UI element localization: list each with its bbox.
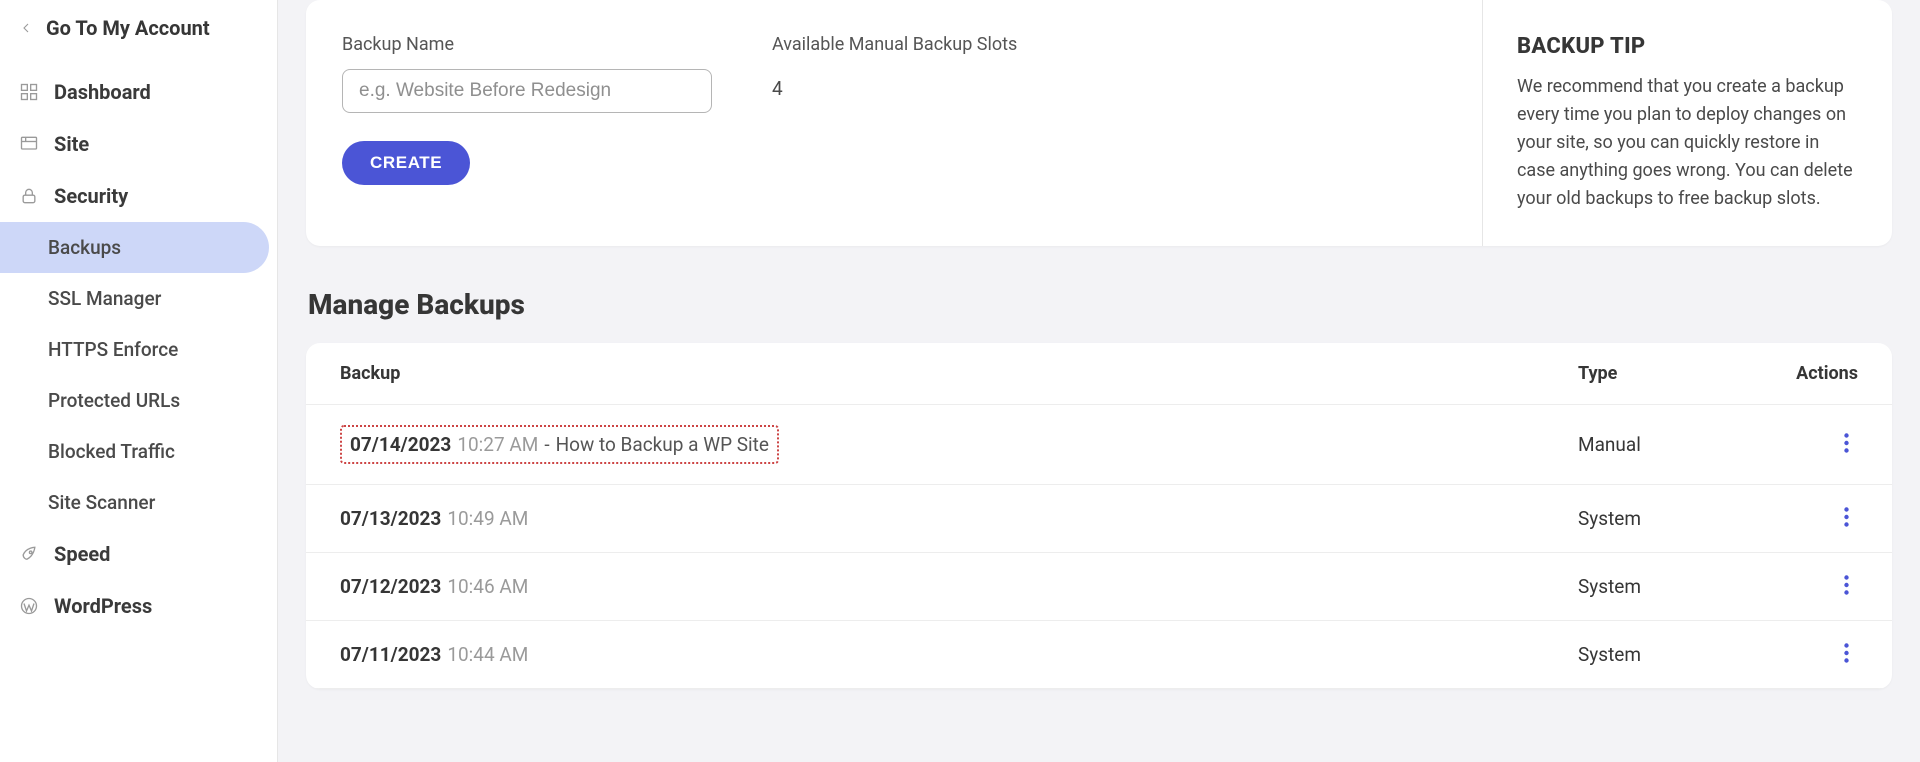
nav-label: Security <box>54 184 128 208</box>
backup-time: 10:46 AM <box>447 575 528 598</box>
row-actions <box>1738 573 1858 600</box>
kebab-menu-icon[interactable] <box>1834 641 1858 665</box>
backup-tip-title: BACKUP TIP <box>1517 34 1858 59</box>
backups-table: Backup Type Actions 07/14/2023 10:27 AM … <box>306 343 1892 689</box>
speed-icon <box>18 543 40 565</box>
kebab-menu-icon[interactable] <box>1834 431 1858 455</box>
nav-label: Site <box>54 132 89 156</box>
backup-date: 07/14/2023 <box>350 433 451 456</box>
backup-date: 07/12/2023 <box>340 575 441 598</box>
available-slots-value: 4 <box>772 69 1017 100</box>
sidebar-item-protected-urls[interactable]: Protected URLs <box>0 375 277 426</box>
row-actions <box>1738 431 1858 458</box>
backup-name-group: Backup Name CREATE <box>342 34 712 210</box>
nav-label: WordPress <box>54 594 152 618</box>
nav-security[interactable]: Security <box>0 170 277 222</box>
backup-time: 10:27 AM <box>457 433 538 456</box>
nav-site[interactable]: Site <box>0 118 277 170</box>
create-backup-form: Backup Name CREATE Available Manual Back… <box>306 0 1482 246</box>
row-actions <box>1738 641 1858 668</box>
sidebar-item-https-enforce[interactable]: HTTPS Enforce <box>0 324 277 375</box>
security-subnav: Backups SSL Manager HTTPS Enforce Protec… <box>0 222 277 528</box>
available-slots-label: Available Manual Backup Slots <box>772 34 1017 55</box>
sidebar-item-label: Blocked Traffic <box>48 440 175 463</box>
backup-name-label: Backup Name <box>342 34 712 55</box>
backup-type: System <box>1578 507 1738 530</box>
nav-label: Speed <box>54 542 110 566</box>
site-icon <box>18 133 40 155</box>
sidebar-item-label: Site Scanner <box>48 491 155 514</box>
row-actions <box>1738 505 1858 532</box>
table-header: Backup Type Actions <box>306 343 1892 405</box>
backup-cell: 07/14/2023 10:27 AM - How to Backup a WP… <box>340 425 1578 464</box>
backup-tip-panel: BACKUP TIP We recommend that you create … <box>1482 0 1892 246</box>
go-to-account-link[interactable]: Go To My Account <box>0 10 277 52</box>
table-row: 07/12/2023 10:46 AMSystem <box>306 553 1892 621</box>
nav-speed[interactable]: Speed <box>0 528 277 580</box>
table-row: 07/11/2023 10:44 AMSystem <box>306 621 1892 689</box>
nav-wordpress[interactable]: WordPress <box>0 580 277 632</box>
backup-time: 10:49 AM <box>447 507 528 530</box>
sidebar-item-site-scanner[interactable]: Site Scanner <box>0 477 277 528</box>
arrow-left-icon <box>18 20 34 36</box>
sidebar-item-label: Backups <box>48 236 121 259</box>
go-to-account-label: Go To My Account <box>46 16 210 40</box>
create-backup-card: Backup Name CREATE Available Manual Back… <box>306 0 1892 246</box>
backup-type: System <box>1578 575 1738 598</box>
backup-cell: 07/13/2023 10:49 AM <box>340 507 1578 530</box>
primary-nav: Dashboard Site Security Backups SSL Mana… <box>0 66 277 632</box>
dashboard-icon <box>18 81 40 103</box>
nav-dashboard[interactable]: Dashboard <box>0 66 277 118</box>
sidebar: Go To My Account Dashboard Site Security… <box>0 0 278 762</box>
backup-type: Manual <box>1578 433 1738 456</box>
col-type: Type <box>1578 363 1738 384</box>
backup-date: 07/11/2023 <box>340 643 441 666</box>
backup-cell: 07/12/2023 10:46 AM <box>340 575 1578 598</box>
table-row: 07/13/2023 10:49 AMSystem <box>306 485 1892 553</box>
sidebar-item-blocked-traffic[interactable]: Blocked Traffic <box>0 426 277 477</box>
table-row: 07/14/2023 10:27 AM - How to Backup a WP… <box>306 405 1892 485</box>
backup-name-input[interactable] <box>342 69 712 113</box>
sidebar-item-ssl-manager[interactable]: SSL Manager <box>0 273 277 324</box>
main-content: Backup Name CREATE Available Manual Back… <box>278 0 1920 762</box>
create-button[interactable]: CREATE <box>342 141 470 185</box>
backup-time: 10:44 AM <box>447 643 528 666</box>
backup-description: How to Backup a WP Site <box>556 433 769 456</box>
available-slots-group: Available Manual Backup Slots 4 <box>772 34 1017 210</box>
col-backup: Backup <box>340 363 1578 384</box>
sidebar-item-backups[interactable]: Backups <box>0 222 269 273</box>
sidebar-item-label: Protected URLs <box>48 389 180 412</box>
backup-type: System <box>1578 643 1738 666</box>
backup-cell: 07/11/2023 10:44 AM <box>340 643 1578 666</box>
wordpress-icon <box>18 595 40 617</box>
backup-date: 07/13/2023 <box>340 507 441 530</box>
kebab-menu-icon[interactable] <box>1834 573 1858 597</box>
nav-label: Dashboard <box>54 80 151 104</box>
backup-tip-text: We recommend that you create a backup ev… <box>1517 73 1858 212</box>
col-actions: Actions <box>1738 363 1858 384</box>
lock-icon <box>18 185 40 207</box>
sidebar-item-label: HTTPS Enforce <box>48 338 178 361</box>
kebab-menu-icon[interactable] <box>1834 505 1858 529</box>
sidebar-item-label: SSL Manager <box>48 287 161 310</box>
manage-backups-heading: Manage Backups <box>308 288 1892 321</box>
